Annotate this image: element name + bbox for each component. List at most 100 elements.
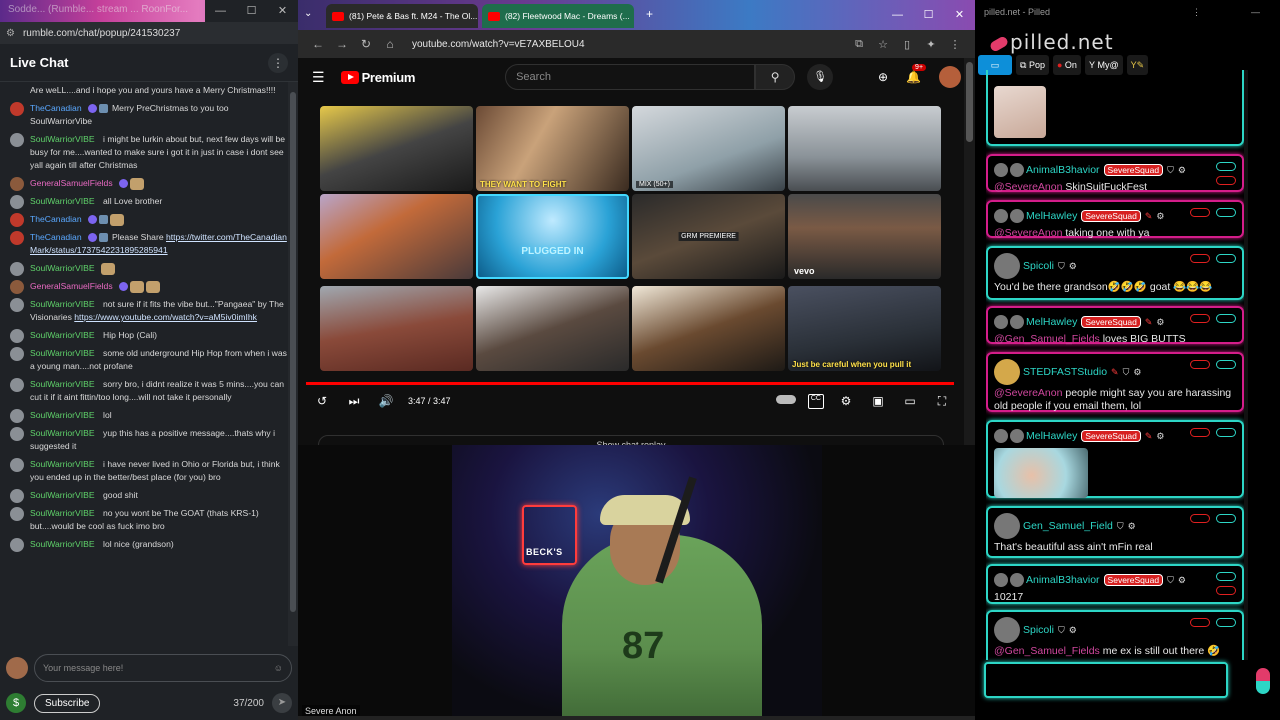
notifications-icon[interactable]: 🔔 9+: [906, 64, 927, 84]
avatar[interactable]: [994, 359, 1020, 385]
avatar[interactable]: [994, 315, 1008, 329]
tab-search-icon[interactable]: ⌄: [304, 8, 312, 19]
reply-capsule[interactable]: [1216, 428, 1236, 437]
reply-capsule[interactable]: [1216, 162, 1236, 171]
avatar[interactable]: [994, 573, 1008, 587]
theater-mode-icon[interactable]: ▭: [894, 394, 926, 409]
pilled-scrollbar[interactable]: [1244, 70, 1248, 660]
video-thumbnail[interactable]: vevo: [788, 194, 941, 279]
avatar[interactable]: [10, 213, 24, 227]
more-options-icon[interactable]: ⋮: [1192, 7, 1201, 18]
scrollbar-thumb[interactable]: [966, 62, 973, 142]
username[interactable]: STEDFASTStudio: [1023, 366, 1107, 378]
replay-icon[interactable]: ↺: [306, 394, 338, 408]
video-thumbnail[interactable]: [476, 286, 629, 371]
avatar[interactable]: [994, 617, 1020, 643]
avatar[interactable]: [10, 177, 24, 191]
message-link[interactable]: https://www.youtube.com/watch?v=aM5iv0im…: [74, 312, 257, 322]
gear-icon[interactable]: ⚙: [1128, 521, 1136, 532]
report-capsule[interactable]: [1190, 360, 1210, 369]
video-thumbnail[interactable]: [320, 194, 473, 279]
avatar[interactable]: [994, 513, 1020, 539]
mention[interactable]: @SevereAnon: [994, 181, 1062, 193]
minimize-icon[interactable]: —: [1251, 7, 1260, 17]
mention[interactable]: @SevereAnon: [994, 227, 1062, 239]
url-field[interactable]: youtube.com/watch?v=vE7AXBELOU4: [412, 39, 847, 50]
new-tab-icon[interactable]: +: [646, 7, 653, 21]
username[interactable]: SoulWarriorVIBE: [30, 348, 95, 358]
avatar[interactable]: [10, 507, 24, 521]
horizontal-scrollbar[interactable]: [298, 716, 975, 720]
browser-menu-icon[interactable]: ⋮: [943, 38, 967, 51]
youtube-logo[interactable]: Premium: [340, 70, 415, 85]
chat-message-list[interactable]: Are weLL....and i hope you and yours hav…: [0, 82, 288, 646]
username[interactable]: Spicoli: [1023, 624, 1054, 636]
reply-capsule[interactable]: [1216, 254, 1236, 263]
close-tab-icon[interactable]: ✕: [477, 11, 478, 22]
username[interactable]: SoulWarriorVIBE: [30, 263, 95, 273]
rumble-tab-title[interactable]: Sodde... (Rumble... stream ... RoonFor..…: [8, 4, 188, 15]
reply-capsule[interactable]: [1216, 360, 1236, 369]
next-icon[interactable]: ⏭: [338, 394, 370, 409]
settings-gear-icon[interactable]: ⚙: [830, 394, 862, 409]
subscribe-button[interactable]: Subscribe: [34, 693, 101, 713]
avatar[interactable]: [994, 429, 1008, 443]
install-icon[interactable]: ⧉: [847, 38, 871, 51]
report-capsule[interactable]: [1190, 428, 1210, 437]
report-capsule[interactable]: [1216, 586, 1236, 595]
username[interactable]: GeneralSamuelFields: [30, 178, 113, 188]
maximize-icon[interactable]: ☐: [236, 0, 267, 22]
emoji-icon[interactable]: ☺: [274, 663, 283, 673]
report-capsule[interactable]: [1190, 618, 1210, 627]
avatar[interactable]: [10, 458, 24, 472]
create-icon[interactable]: ⊕: [878, 70, 888, 84]
avatar[interactable]: [10, 329, 24, 343]
youtube-scrollbar[interactable]: [964, 58, 975, 445]
volume-icon[interactable]: 🔊: [370, 394, 402, 408]
gear-icon[interactable]: ⚙: [1069, 625, 1077, 636]
browser-tab-fleetwood-mac[interactable]: (82) Fleetwood Mac - Dreams (... ✕: [482, 4, 634, 28]
more-options-icon[interactable]: ⋮: [268, 52, 288, 73]
username[interactable]: SoulWarriorVIBE: [30, 508, 95, 518]
reply-capsule[interactable]: [1216, 514, 1236, 523]
avatar[interactable]: [994, 163, 1008, 177]
avatar[interactable]: [1010, 163, 1024, 177]
avatar[interactable]: [10, 262, 24, 276]
video-thumbnail[interactable]: [632, 286, 785, 371]
site-settings-icon[interactable]: ⚙: [6, 28, 15, 39]
reply-capsule[interactable]: [1216, 208, 1236, 217]
video-thumbnail-selected[interactable]: PLUGGED IN: [476, 194, 629, 279]
menu-icon[interactable]: ☰: [312, 69, 325, 86]
mention[interactable]: @Gen_Samuel_Fields: [994, 333, 1100, 345]
username[interactable]: Gen_Samuel_Field: [1023, 520, 1113, 532]
username[interactable]: TheCanadian: [30, 103, 82, 113]
username[interactable]: SoulWarriorVIBE: [30, 196, 95, 206]
gear-icon[interactable]: ⚙: [1133, 367, 1141, 378]
avatar[interactable]: [10, 347, 24, 361]
user-avatar[interactable]: [6, 657, 28, 679]
pill-send-icon[interactable]: [1256, 668, 1270, 694]
rant-dollar-icon[interactable]: $: [6, 693, 26, 713]
username[interactable]: SoulWarriorVIBE: [30, 134, 95, 144]
close-icon[interactable]: ✕: [267, 0, 298, 22]
video-thumbnail[interactable]: [788, 106, 941, 191]
username[interactable]: TheCanadian: [30, 232, 82, 242]
show-chat-replay-button[interactable]: Show chat replay: [318, 435, 944, 445]
report-capsule[interactable]: [1190, 208, 1210, 217]
mention[interactable]: @SevereAnon: [994, 387, 1062, 399]
reply-capsule[interactable]: [1216, 618, 1236, 627]
scrollbar-thumb[interactable]: [290, 92, 296, 612]
video-thumbnail[interactable]: THEY WANT TO FIGHT: [476, 106, 629, 191]
fullscreen-icon[interactable]: ⛶: [926, 394, 958, 409]
video-progress-bar[interactable]: [306, 382, 954, 385]
rumble-url-bar[interactable]: ⚙ rumble.com/chat/popup/241530237: [0, 22, 298, 44]
minimize-icon[interactable]: —: [882, 0, 913, 30]
close-icon[interactable]: ✕: [944, 0, 975, 30]
reload-icon[interactable]: ↻: [354, 37, 378, 51]
username[interactable]: SoulWarriorVIBE: [30, 299, 95, 309]
username[interactable]: SoulWarriorVIBE: [30, 459, 95, 469]
username[interactable]: AnimalB3havior: [1026, 164, 1100, 176]
pilled-message-feed[interactable]: AnimalB3havior SevereSquad ⛉ ⚙ @SevereAnon …: [986, 70, 1244, 660]
posted-image[interactable]: [994, 448, 1088, 498]
close-tab-icon[interactable]: ✕: [630, 11, 634, 22]
